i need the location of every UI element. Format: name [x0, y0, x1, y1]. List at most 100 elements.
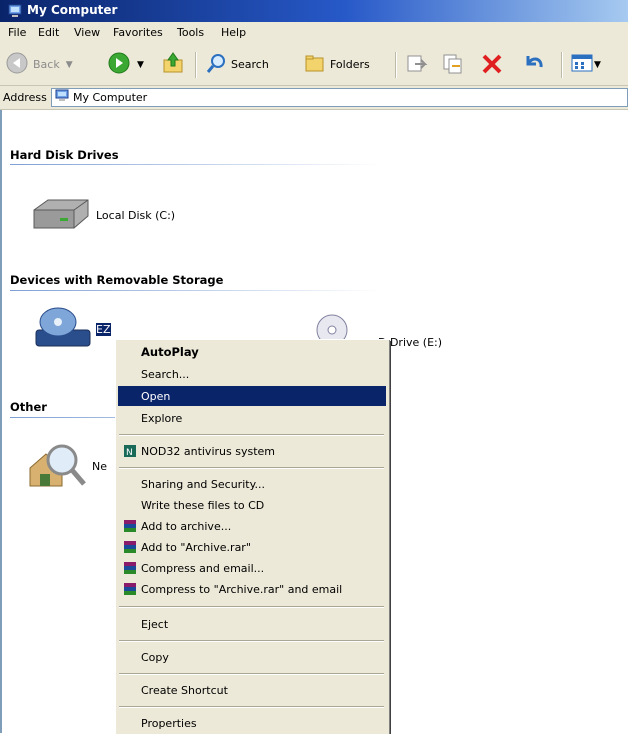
menu-tools[interactable]: Tools	[177, 26, 204, 39]
toolbar-separator	[561, 52, 563, 78]
undo-icon	[522, 52, 546, 79]
forward-dropdown-icon[interactable]: ▼	[137, 60, 144, 70]
back-dropdown-icon[interactable]: ▼	[66, 60, 73, 70]
menu-item-create-shortcut[interactable]: Create Shortcut	[118, 680, 386, 700]
views-dropdown-icon[interactable]: ▼	[594, 60, 601, 70]
menu-item-label: Search...	[141, 367, 190, 381]
section-hard-disk-drives: Hard Disk Drives	[10, 148, 119, 162]
menu-item-label: Compress and email...	[141, 561, 265, 575]
move-to-icon	[405, 52, 429, 79]
toolbar: Back ▼ ▼ Search Folders ▼	[0, 43, 628, 86]
drive-removable-label: EZ	[96, 323, 111, 336]
folders-icon	[304, 52, 326, 77]
menu-item-label: Eject	[141, 617, 169, 631]
section-other: Other	[10, 400, 47, 414]
address-value: My Computer	[73, 91, 148, 104]
menu-item-search[interactable]: Search...	[118, 364, 386, 384]
back-label: Back	[33, 58, 60, 71]
folders-label: Folders	[330, 58, 370, 71]
forward-button[interactable]: ▼	[107, 51, 144, 78]
section-removable-storage: Devices with Removable Storage	[10, 273, 224, 287]
winrar-icon	[123, 582, 137, 599]
menu-item-nod32[interactable]: N NOD32 antivirus system	[118, 441, 386, 461]
winrar-icon	[123, 519, 137, 536]
menu-item-copy[interactable]: Copy	[118, 647, 386, 667]
section-divider	[10, 290, 382, 291]
network-search-icon	[26, 440, 88, 493]
address-field[interactable]: My Computer	[51, 88, 628, 107]
menu-item-label: Add to archive...	[141, 519, 232, 533]
window-title: My Computer	[27, 3, 118, 17]
back-icon	[5, 51, 29, 78]
title-bar[interactable]: My Computer	[0, 0, 628, 22]
menu-separator	[119, 673, 384, 675]
drive-local-disk-label: Local Disk (C:)	[96, 209, 176, 222]
menu-item-label: Open	[141, 389, 171, 403]
up-button[interactable]	[161, 51, 185, 78]
menu-item-label: Explore	[141, 411, 183, 425]
menu-edit[interactable]: Edit	[38, 26, 59, 39]
address-label: Address	[3, 91, 47, 104]
menu-item-label: Create Shortcut	[141, 683, 228, 697]
context-menu: AutoPlay Search... Open Explore N NOD32 …	[115, 339, 389, 734]
up-folder-icon	[161, 51, 185, 78]
menu-item-label: Add to "Archive.rar"	[141, 540, 251, 554]
menu-separator	[119, 640, 384, 642]
menu-item-write-cd[interactable]: Write these files to CD	[118, 495, 386, 515]
delete-icon	[480, 52, 504, 79]
menu-favorites[interactable]: Favorites	[113, 26, 163, 39]
menu-separator	[119, 706, 384, 708]
menu-item-compress-rar-email[interactable]: Compress to "Archive.rar" and email	[118, 579, 386, 599]
folders-button[interactable]: Folders	[304, 52, 370, 77]
toolbar-separator	[395, 52, 397, 78]
menu-separator	[119, 434, 384, 436]
menu-item-compress-email[interactable]: Compress and email...	[118, 558, 386, 578]
menu-separator	[119, 467, 384, 469]
winrar-icon	[123, 561, 137, 578]
menu-item-label: Compress to "Archive.rar" and email	[141, 582, 343, 596]
section-divider	[10, 164, 382, 165]
views-icon	[571, 53, 593, 76]
views-button[interactable]: ▼	[571, 53, 601, 76]
search-label: Search	[231, 58, 269, 71]
menu-item-explore[interactable]: Explore	[118, 408, 386, 428]
winrar-icon	[123, 540, 137, 557]
menu-item-open[interactable]: Open	[118, 386, 386, 406]
forward-icon	[107, 51, 131, 78]
other-item[interactable]: Ne	[26, 440, 107, 493]
search-icon	[205, 52, 227, 77]
menu-item-eject[interactable]: Eject	[118, 614, 386, 634]
other-item-label: Ne	[92, 460, 107, 473]
drive-removable[interactable]: EZ	[30, 306, 111, 353]
menu-item-label: NOD32 antivirus system	[141, 444, 275, 458]
menu-item-label: AutoPlay	[141, 345, 199, 359]
menu-item-label: Copy	[141, 650, 169, 664]
menu-item-add-archive[interactable]: Add to archive...	[118, 516, 386, 536]
menu-view[interactable]: View	[74, 26, 100, 39]
copy-to-button[interactable]	[441, 52, 465, 79]
delete-button[interactable]	[480, 52, 504, 79]
my-computer-icon	[55, 89, 69, 106]
my-computer-icon	[7, 3, 23, 22]
address-bar: Address My Computer	[0, 86, 628, 110]
svg-text:N: N	[126, 448, 133, 458]
toolbar-separator	[195, 52, 197, 78]
search-button[interactable]: Search	[205, 52, 269, 77]
menu-separator	[119, 606, 384, 608]
undo-button[interactable]	[522, 52, 546, 79]
copy-to-icon	[441, 52, 465, 79]
menu-bar: File Edit View Favorites Tools Help	[0, 22, 628, 44]
menu-item-add-archive-rar[interactable]: Add to "Archive.rar"	[118, 537, 386, 557]
nod32-icon: N	[123, 444, 137, 461]
drive-local-disk[interactable]: Local Disk (C:)	[30, 196, 175, 235]
menu-file[interactable]: File	[8, 26, 26, 39]
menu-item-autoplay[interactable]: AutoPlay	[118, 342, 386, 362]
hard-disk-icon	[30, 196, 92, 235]
move-to-button[interactable]	[405, 52, 429, 79]
back-button[interactable]: Back ▼	[5, 51, 73, 78]
menu-item-label: Sharing and Security...	[141, 477, 266, 491]
menu-help[interactable]: Help	[221, 26, 246, 39]
removable-drive-icon	[30, 306, 92, 353]
menu-item-sharing[interactable]: Sharing and Security...	[118, 474, 386, 494]
menu-item-properties[interactable]: Properties	[118, 713, 386, 733]
